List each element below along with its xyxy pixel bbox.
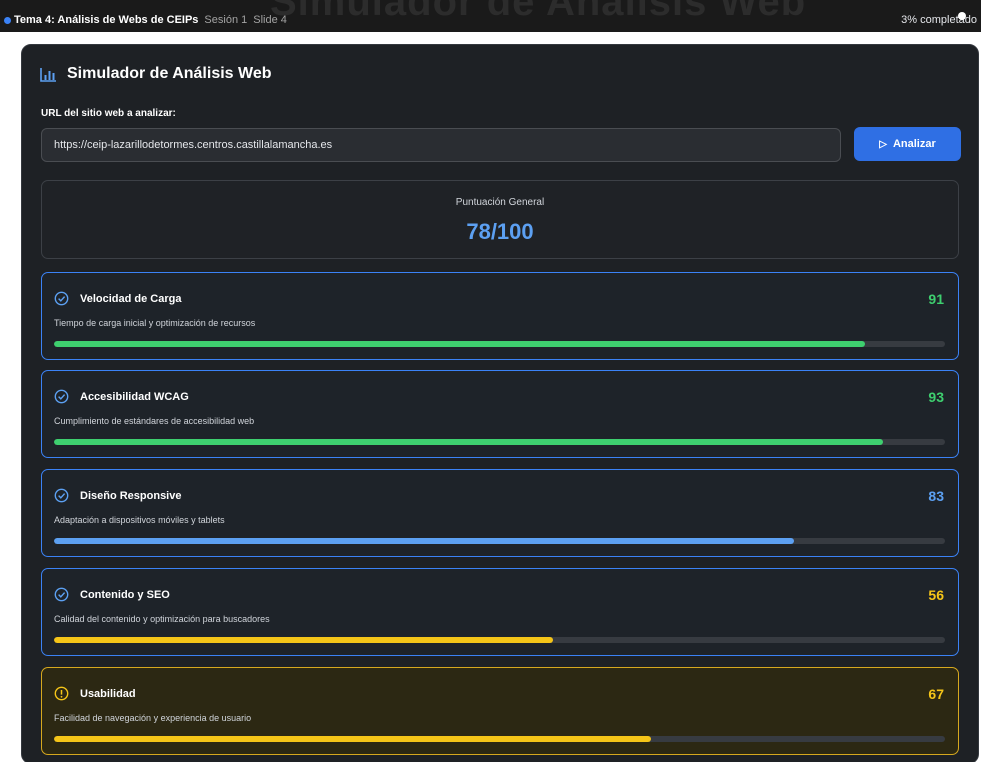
session-label: Sesión 1 (204, 14, 248, 26)
url-input[interactable] (41, 128, 841, 162)
alert-circle-icon (54, 686, 69, 706)
metric-score: 56 (928, 587, 944, 603)
metric-progress-track (54, 439, 945, 445)
bar-chart-icon (40, 67, 57, 82)
status-dot-icon (4, 17, 11, 24)
check-circle-icon (54, 587, 69, 607)
breadcrumb: Tema 4: Análisis de Webs de CEIPs Sesión … (14, 14, 287, 26)
metric-title: Diseño Responsive (80, 490, 182, 502)
metric-card-content-seo: Contenido y SEO Calidad del contenido y … (41, 568, 959, 656)
metric-score: 67 (928, 686, 944, 702)
metric-progress-track (54, 341, 945, 347)
overall-score-card: Puntuación General 78/100 (41, 180, 959, 259)
check-circle-icon (54, 389, 69, 409)
metric-title: Usabilidad (80, 688, 136, 700)
top-bar: Simulador de Análisis Web Tema 4: Anális… (0, 0, 981, 32)
metric-progress-fill (54, 439, 883, 445)
metric-progress-fill (54, 341, 865, 347)
check-circle-icon (54, 291, 69, 311)
course-title: Tema 4: Análisis de Webs de CEIPs (14, 14, 199, 26)
play-icon: ▷ (879, 138, 887, 150)
slide-label: Slide 4 (253, 14, 287, 26)
metric-description: Calidad del contenido y optimización par… (54, 614, 270, 624)
metric-progress-track (54, 736, 945, 742)
url-label: URL del sitio web a analizar: (41, 108, 176, 119)
ghost-title: Simulador de Análisis Web (270, 0, 807, 24)
panel-title: Simulador de Análisis Web (67, 65, 272, 82)
metric-progress-fill (54, 736, 651, 742)
analyzer-panel: Simulador de Análisis Web URL del sitio … (21, 44, 979, 762)
check-circle-icon (54, 488, 69, 508)
metric-description: Tiempo de carga inicial y optimización d… (54, 318, 256, 328)
metric-title: Velocidad de Carga (80, 293, 182, 305)
analyze-button-label: Analizar (892, 138, 936, 150)
metric-card-usability: Usabilidad Facilidad de navegación y exp… (41, 667, 959, 755)
metric-title: Accesibilidad WCAG (80, 391, 189, 403)
metric-description: Cumplimiento de estándares de accesibili… (54, 416, 255, 426)
metric-progress-fill (54, 538, 794, 544)
metric-card-load-speed: Velocidad de Carga Tiempo de carga inici… (41, 272, 959, 360)
metric-description: Adaptación a dispositivos móviles y tabl… (54, 515, 225, 525)
metric-card-accessibility: Accesibilidad WCAG Cumplimiento de están… (41, 370, 959, 458)
analyze-button[interactable]: ▷ Analizar (854, 127, 961, 161)
overall-score-label: Puntuación General (455, 197, 545, 208)
panel-header: Simulador de Análisis Web (40, 65, 272, 83)
metric-title: Contenido y SEO (80, 589, 170, 601)
metric-card-responsive: Diseño Responsive Adaptación a dispositi… (41, 469, 959, 557)
metric-progress-track (54, 637, 945, 643)
metric-score: 91 (928, 291, 944, 307)
metric-score: 93 (928, 389, 944, 405)
progress-knob[interactable] (958, 12, 966, 20)
metric-progress-track (54, 538, 945, 544)
metric-description: Facilidad de navegación y experiencia de… (54, 713, 252, 723)
metric-score: 83 (928, 488, 944, 504)
metric-progress-fill (54, 637, 553, 643)
overall-score-value: 78/100 (466, 219, 534, 244)
